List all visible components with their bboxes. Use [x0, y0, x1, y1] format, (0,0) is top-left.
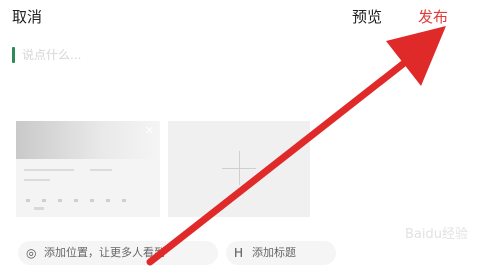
thumbnail-footer-mark: [34, 207, 44, 210]
thumbnail-dot: [42, 199, 46, 202]
close-icon[interactable]: ✕: [145, 124, 154, 137]
plus-icon-stroke: [239, 151, 240, 185]
preview-button[interactable]: 预览: [352, 6, 382, 27]
post-composer: [12, 44, 312, 66]
thumbnail-dot: [26, 199, 30, 202]
add-location-label: 添加位置，让更多人看到: [44, 246, 165, 259]
location-pin-icon: ◎: [26, 246, 37, 260]
image-thumbnail[interactable]: ✕: [16, 121, 160, 217]
add-photo-button[interactable]: [168, 121, 310, 217]
thumbnail-header: ✕: [16, 121, 160, 159]
thumbnail-dot: [122, 199, 126, 202]
top-bar: 取消 预览 发布: [0, 0, 480, 34]
thumbnail-text-line: [24, 169, 74, 171]
thumbnail-dot: [74, 199, 78, 202]
heading-icon: H: [234, 246, 244, 260]
arrow-head: [386, 26, 446, 86]
thumbnail-dot: [106, 199, 110, 202]
publish-button[interactable]: 发布: [418, 6, 448, 27]
add-heading-chip[interactable]: H 添加标题: [226, 241, 336, 265]
thumbnail-text-line: [90, 169, 112, 171]
text-caret: [12, 47, 15, 63]
add-location-chip[interactable]: ◎ 添加位置，让更多人看到: [18, 241, 218, 265]
thumbnail-dot: [90, 199, 94, 202]
cancel-button[interactable]: 取消: [12, 6, 42, 27]
watermark: Baidu经验: [405, 227, 468, 242]
thumbnail-text-line: [24, 179, 50, 181]
post-text-input[interactable]: [22, 46, 302, 64]
add-heading-label: 添加标题: [252, 246, 296, 259]
thumbnail-dot: [58, 199, 62, 202]
